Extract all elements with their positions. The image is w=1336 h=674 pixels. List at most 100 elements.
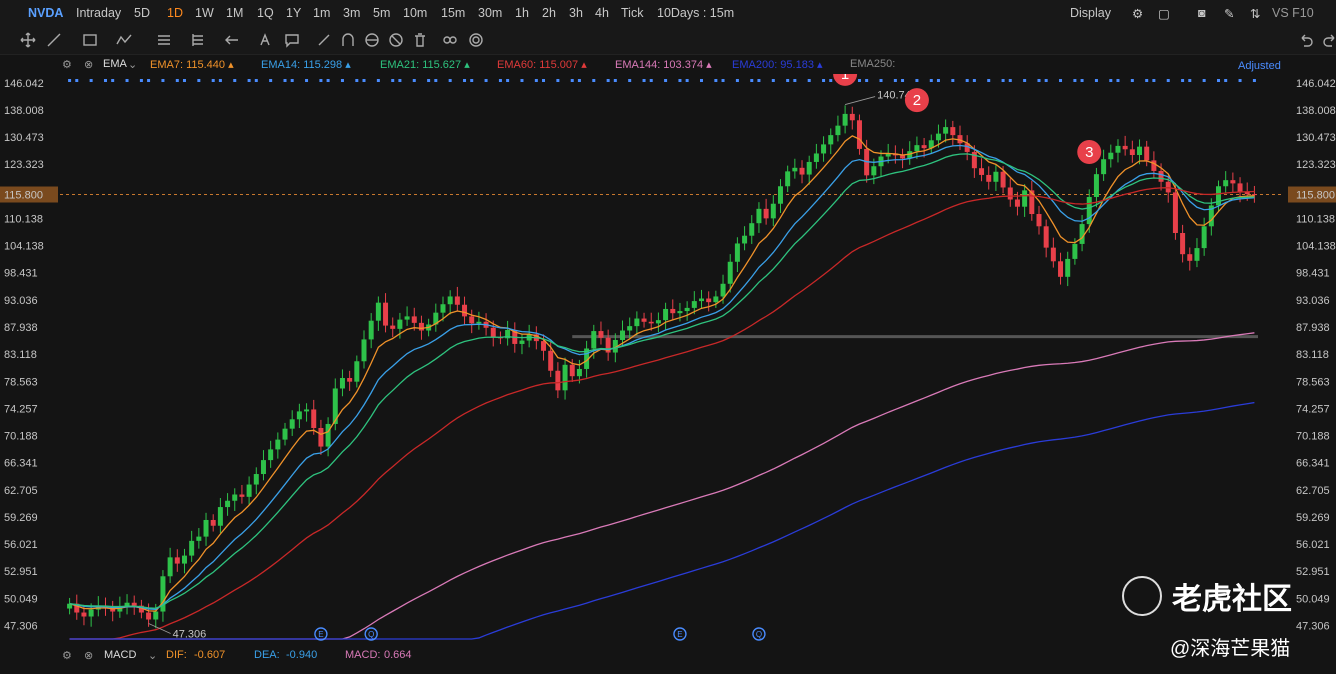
candle-body: [174, 557, 180, 564]
candle-body: [311, 409, 317, 428]
dea-value: -0.940: [286, 649, 318, 661]
candle-body: [541, 341, 547, 351]
candle-body: [1115, 145, 1121, 153]
tab-1y[interactable]: 1Y: [286, 6, 301, 20]
y-tick-label-right: 130.473: [1296, 132, 1336, 144]
tab-intraday[interactable]: Intraday: [76, 6, 121, 20]
tab-1m[interactable]: 1m: [313, 6, 330, 20]
display-menu[interactable]: Display: [1070, 6, 1111, 20]
tab-5d[interactable]: 5D: [134, 6, 150, 20]
symbol-label[interactable]: NVDA: [28, 6, 63, 20]
signal-dot: [376, 79, 380, 82]
signal-dot: [427, 79, 431, 82]
candle-body: [404, 316, 410, 320]
candle-body: [1043, 226, 1049, 248]
candle-body: [677, 311, 683, 314]
ruler-icon[interactable]: [316, 32, 332, 48]
tab-1w[interactable]: 1W: [195, 6, 214, 20]
tab-4h[interactable]: 4h: [595, 6, 609, 20]
tab-3m[interactable]: 3m: [343, 6, 360, 20]
trash-icon[interactable]: [412, 32, 428, 48]
candle-body: [1086, 196, 1092, 225]
candle-body: [462, 304, 468, 317]
signal-dot: [326, 79, 330, 82]
signal-dot: [893, 79, 897, 82]
chevron-down-icon[interactable]: ⌄: [148, 649, 157, 662]
macd-indicator-name[interactable]: MACD: [104, 649, 136, 661]
candle-body: [828, 135, 834, 145]
compare-label[interactable]: VS F10: [1272, 6, 1314, 20]
range-selector[interactable]: 10Days : 15m: [657, 6, 734, 20]
fib-icon[interactable]: [190, 32, 206, 48]
signal-dot: [1116, 79, 1120, 82]
settings-icon[interactable]: ⚙: [62, 649, 72, 662]
tab-1q[interactable]: 1Q: [257, 6, 274, 20]
tab-1d[interactable]: 1D: [167, 6, 183, 20]
close-icon[interactable]: ⊗: [84, 58, 93, 71]
signal-dot: [197, 79, 201, 82]
hide-icon[interactable]: [388, 32, 404, 48]
candle-body: [289, 419, 295, 429]
layout-icon[interactable]: ▢: [1158, 6, 1170, 21]
signal-dot: [103, 79, 107, 82]
channel-icon[interactable]: [156, 32, 172, 48]
signal-dot: [929, 79, 933, 82]
tab-30m[interactable]: 30m: [478, 6, 502, 20]
candle-body: [648, 321, 654, 324]
comment-icon[interactable]: [284, 32, 300, 48]
signal-dot: [283, 79, 287, 82]
signal-dot: [412, 79, 416, 82]
candle-body: [1129, 149, 1135, 156]
lock-icon[interactable]: [364, 32, 380, 48]
candle-body: [598, 331, 604, 338]
candle-body: [354, 361, 360, 382]
compare-icon[interactable]: ⇅: [1250, 6, 1260, 21]
candle-body: [390, 325, 396, 329]
drawing-toolbar: [0, 26, 1336, 55]
arrow-left-icon[interactable]: [224, 32, 240, 48]
tab-1h[interactable]: 1h: [515, 6, 529, 20]
camera-icon[interactable]: ◙: [1198, 6, 1206, 20]
signal-dot: [1224, 79, 1228, 82]
redo-icon[interactable]: [1322, 32, 1336, 48]
chevron-down-icon[interactable]: ⌄: [128, 58, 137, 71]
tab-10m[interactable]: 10m: [403, 6, 427, 20]
ema-value: 115.007 ▴: [536, 59, 587, 71]
low-label: 47.306: [173, 629, 207, 641]
zigzag-icon[interactable]: [116, 32, 132, 48]
rectangle-icon[interactable]: [82, 32, 98, 48]
y-tick-label-left: 74.257: [4, 403, 38, 415]
ema-label: EMA14:: [261, 59, 301, 71]
dif-label: DIF:: [166, 649, 187, 661]
close-icon[interactable]: ⊗: [84, 649, 93, 662]
marker-number: 1: [841, 74, 849, 83]
signal-dot: [1059, 79, 1063, 82]
tab-tick[interactable]: Tick: [621, 6, 643, 20]
tab-2h[interactable]: 2h: [542, 6, 556, 20]
settings-icon[interactable]: ⚙: [62, 58, 72, 71]
move-icon[interactable]: [20, 32, 36, 48]
adjusted-toggle[interactable]: Adjusted: [1238, 60, 1281, 72]
pencil-icon[interactable]: ✎: [1224, 6, 1234, 21]
tab-5m[interactable]: 5m: [373, 6, 390, 20]
tab-3h[interactable]: 3h: [569, 6, 583, 20]
undo-icon[interactable]: [1298, 32, 1314, 48]
candle-body: [210, 519, 216, 526]
ema-indicator-name[interactable]: EMA: [103, 58, 127, 70]
dif-value: -0.607: [194, 649, 226, 661]
candle-body: [203, 519, 209, 537]
link-icon[interactable]: [442, 32, 458, 48]
price-chart[interactable]: 146.042 146.042 138.008 138.008 130.473 130.4…: [0, 74, 1336, 646]
y-tick-label-right: 138.008: [1296, 105, 1336, 117]
signal-dot: [520, 79, 524, 82]
trendline-icon[interactable]: [46, 32, 62, 48]
text-icon[interactable]: [258, 32, 274, 48]
settings-icon[interactable]: ⚙: [1132, 6, 1143, 21]
magnet-icon[interactable]: [340, 32, 356, 48]
ema-label: EMA21:: [380, 59, 420, 71]
y-tick-label-right: 115.800: [1296, 189, 1335, 201]
tab-1m[interactable]: 1M: [226, 6, 243, 20]
tab-15m[interactable]: 15m: [441, 6, 465, 20]
gear-icon[interactable]: [468, 32, 484, 48]
candle-body: [734, 243, 740, 262]
